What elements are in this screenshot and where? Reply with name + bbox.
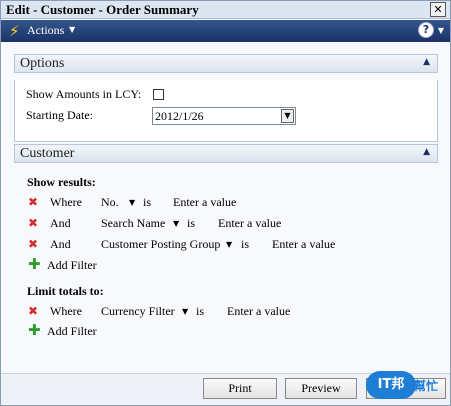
lightning-icon: ⚡ <box>9 22 20 40</box>
options-body: Show Amounts in LCY: Starting Date: 2012… <box>14 80 438 142</box>
filter-row: ✖ Where No. ▼ is Enter a value <box>28 195 328 211</box>
collapse-chevron-up-icon[interactable]: ▲ <box>423 57 430 67</box>
filter-operator: is <box>187 216 196 230</box>
add-icon[interactable]: ✚ <box>28 257 41 272</box>
filter-value[interactable]: Enter a value <box>173 195 236 210</box>
actions-menu[interactable]: Actions <box>27 23 64 38</box>
filter-operator: is <box>143 195 152 209</box>
filter-connector: Where <box>50 304 82 318</box>
filter-connector: Where <box>50 195 82 209</box>
filter-value[interactable]: Enter a value <box>272 237 335 252</box>
starting-date-field[interactable]: 2012/1/26 ▼ <box>152 107 296 125</box>
filter-operator: is <box>241 237 250 251</box>
filter-connector: And <box>50 216 71 230</box>
filter-value[interactable]: Enter a value <box>227 304 290 319</box>
show-amounts-checkbox[interactable] <box>153 89 164 100</box>
customer-fasttab-header[interactable]: Customer ▲ <box>14 144 438 163</box>
field-dropdown-icon[interactable]: ▼ <box>226 240 232 249</box>
options-fasttab-header[interactable]: Options ▲ <box>14 54 438 73</box>
filter-field[interactable]: Currency Filter <box>101 304 175 319</box>
close-icon[interactable]: ✕ <box>430 2 446 17</box>
filter-row: ✖ And Customer Posting Group ▼ is Enter … <box>28 237 348 253</box>
chevron-down-icon[interactable]: ▼ <box>69 25 75 34</box>
field-dropdown-icon[interactable]: ▼ <box>129 198 135 207</box>
help-chevron-down-icon[interactable]: ▼ <box>438 26 444 35</box>
watermark-logo: IT邦 幫忙 <box>366 371 446 401</box>
remove-filter-icon[interactable]: ✖ <box>28 305 40 317</box>
filter-connector: And <box>50 237 71 251</box>
dialog-footer: Print Preview IT邦 幫忙 <box>1 371 450 405</box>
add-filter-button[interactable]: ✚ Add Filter <box>28 257 148 274</box>
remove-filter-icon[interactable]: ✖ <box>28 196 40 208</box>
show-results-title: Show results: <box>27 175 96 189</box>
date-dropdown-icon[interactable]: ▼ <box>281 109 294 123</box>
action-bar: ⚡ Actions ▼ ? ▼ <box>1 20 450 42</box>
filter-value[interactable]: Enter a value <box>218 216 281 231</box>
field-dropdown-icon[interactable]: ▼ <box>182 307 188 316</box>
add-filter-label[interactable]: Add Filter <box>47 258 97 273</box>
preview-button[interactable]: Preview <box>285 378 357 399</box>
title-bar: Edit - Customer - Order Summary ✕ <box>1 1 450 19</box>
filter-row: ✖ Where Currency Filter ▼ is Enter a val… <box>28 304 328 320</box>
add-filter-button[interactable]: ✚ Add Filter <box>28 323 148 340</box>
starting-date-label: Starting Date: <box>26 108 93 122</box>
add-icon[interactable]: ✚ <box>28 323 41 338</box>
filter-row: ✖ And Search Name ▼ is Enter a value <box>28 216 328 232</box>
field-dropdown-icon[interactable]: ▼ <box>173 219 179 228</box>
options-header-label: Options <box>20 56 65 71</box>
filter-field[interactable]: Customer Posting Group <box>101 237 220 252</box>
help-icon[interactable]: ? <box>418 22 434 38</box>
limit-totals-title: Limit totals to: <box>27 284 104 298</box>
remove-filter-icon[interactable]: ✖ <box>28 217 40 229</box>
dialog-window: Edit - Customer - Order Summary ✕ ⚡ Acti… <box>0 0 451 406</box>
filter-operator: is <box>196 304 205 318</box>
add-filter-label[interactable]: Add Filter <box>47 324 97 339</box>
customer-header-label: Customer <box>20 146 75 161</box>
starting-date-value: 2012/1/26 <box>155 109 204 123</box>
filter-field[interactable]: Search Name <box>101 216 165 231</box>
remove-filter-icon[interactable]: ✖ <box>28 238 40 250</box>
logo-text: 幫忙 <box>414 379 439 393</box>
window-title: Edit - Customer - Order Summary <box>6 2 199 17</box>
collapse-chevron-up-icon[interactable]: ▲ <box>423 147 430 157</box>
show-amounts-label: Show Amounts in LCY: <box>26 87 142 101</box>
print-button[interactable]: Print <box>203 378 277 399</box>
filter-field[interactable]: No. <box>101 195 119 210</box>
logo-badge: IT邦 <box>366 371 416 399</box>
